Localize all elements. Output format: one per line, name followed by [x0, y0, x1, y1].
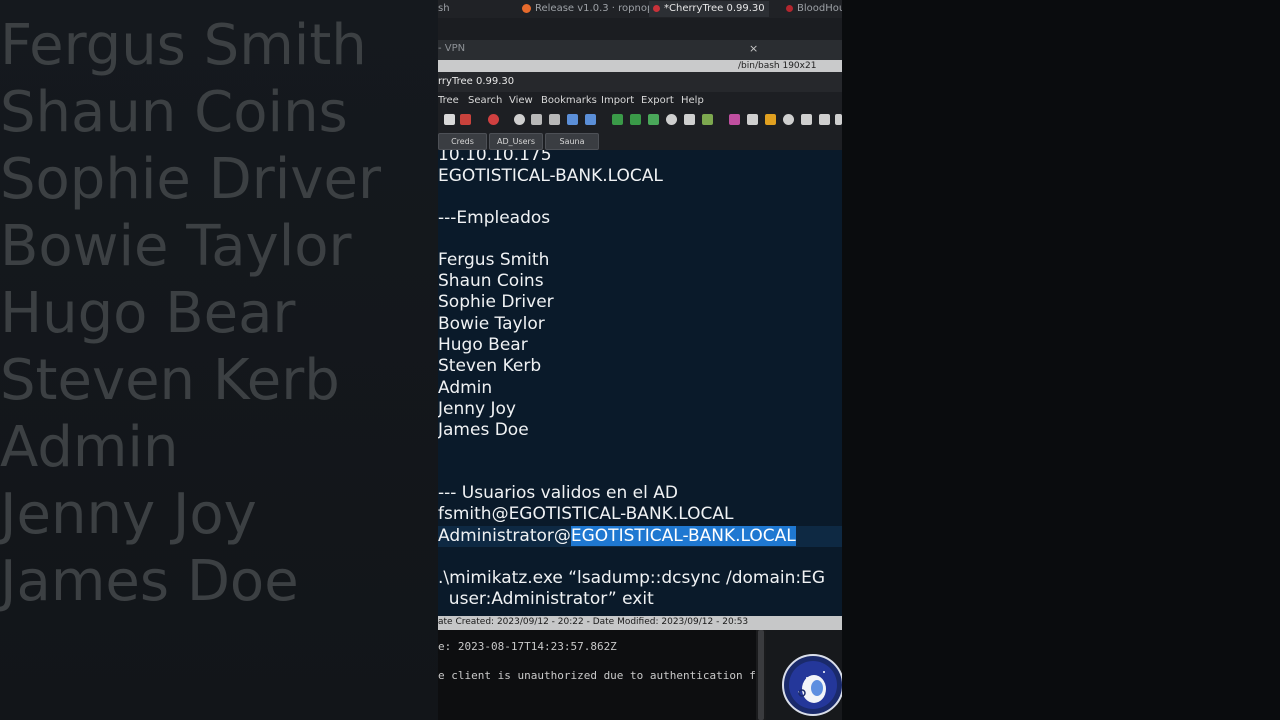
screen-recording-panel: sh Release v1.0.3 · ropnop/... *CherryTr…: [438, 0, 842, 720]
background-right: [842, 0, 1280, 720]
undo-icon[interactable]: [531, 114, 542, 125]
cherrytree-icon: [653, 4, 660, 12]
search-icon[interactable]: [514, 114, 525, 125]
insert-table-icon[interactable]: [630, 114, 641, 125]
menu-tree[interactable]: Tree: [438, 95, 459, 106]
insert-toc-icon[interactable]: [702, 114, 713, 125]
clear-format-icon[interactable]: [783, 114, 794, 125]
taskbar-tab-firefox[interactable]: Release v1.0.3 · ropnop/...: [522, 1, 666, 17]
background-name: Sophie Driver: [0, 147, 381, 212]
editor-line-employee: Bowie Taylor: [438, 314, 545, 334]
scrollbar-thumb[interactable]: [758, 630, 764, 720]
taskbar: sh Release v1.0.3 · ropnop/... *CherryTr…: [438, 0, 842, 18]
close-icon[interactable]: ×: [749, 42, 758, 55]
insert-link-icon[interactable]: [666, 114, 677, 125]
find-icon[interactable]: [488, 114, 499, 125]
redo-icon[interactable]: [549, 114, 560, 125]
astronaut-logo-graphic: [789, 661, 837, 709]
editor-line-employee: Admin: [438, 378, 493, 398]
editor-line-command: .\mimikatz.exe “lsadump::dcsync /domain:…: [438, 568, 826, 588]
editor-line-admin: Administrator@EGOTISTICAL-BANK.LOCAL: [438, 526, 796, 547]
editor-line-employee: Shaun Coins: [438, 271, 544, 291]
format-italic-icon[interactable]: [747, 114, 758, 125]
editor-line-heading-employees: ---Empleados: [438, 208, 551, 228]
background-name: Jenny Joy: [0, 482, 257, 547]
font-icon[interactable]: [801, 114, 812, 125]
background-name: Shaun Coins: [0, 80, 348, 145]
background-name: James Doe: [0, 549, 299, 614]
editor-line-ip: 10.10.10.175: [438, 150, 552, 165]
insert-anchor-icon[interactable]: [684, 114, 695, 125]
editor-line-domain: EGOTISTICAL-BANK.LOCAL: [438, 166, 663, 186]
node-tab-label: Creds: [451, 137, 474, 146]
insert-image-icon[interactable]: [612, 114, 623, 125]
taskbar-tab-label: *CherryTree 0.99.30: [664, 3, 765, 14]
terminal-scrollbar[interactable]: [756, 630, 766, 720]
node-tab-strip: Creds AD_Users Sauna: [438, 130, 842, 150]
bloodhound-icon: [786, 4, 793, 12]
editor-line-employee: Fergus Smith: [438, 250, 550, 270]
terminal-output-line: e: 2023-08-17T14:23:57.862Z: [438, 640, 617, 653]
terminal-tab-label: - VPN: [438, 43, 466, 54]
node-tab-label: AD_Users: [496, 137, 536, 146]
save-icon[interactable]: [444, 114, 455, 125]
insert-codebox-icon[interactable]: [648, 114, 659, 125]
terminal-tab-vpn[interactable]: - VPN ×: [438, 40, 842, 60]
taskbar-tab-cherrytree[interactable]: *CherryTree 0.99.30: [649, 1, 769, 17]
menu-help[interactable]: Help: [681, 95, 704, 106]
format-highlight-icon[interactable]: [765, 114, 776, 125]
editor-line-employee: Hugo Bear: [438, 335, 528, 355]
terminal-output-line: e client is unauthorized due to authenti…: [438, 669, 756, 682]
numbered-list-icon[interactable]: [585, 114, 596, 125]
bottom-terminal[interactable]: e: 2023-08-17T14:23:57.862Z e client is …: [438, 630, 756, 720]
menu-export[interactable]: Export: [641, 95, 674, 106]
editor-line-employee: Sophie Driver: [438, 292, 554, 312]
background-name-list: Fergus Smith Shaun Coins Sophie Driver B…: [0, 12, 381, 615]
text-size-icon[interactable]: [819, 114, 830, 125]
status-dates: ate Created: 2023/09/12 - 20:22 - Date M…: [438, 617, 749, 627]
cherrytree-title-bar: rryTree 0.99.30: [438, 72, 842, 92]
taskbar-tab-bloodhound[interactable]: BloodHou: [786, 1, 842, 17]
more-tools-icon[interactable]: [835, 114, 842, 125]
export-pdf-icon[interactable]: [460, 114, 471, 125]
menu-import[interactable]: Import: [601, 95, 634, 106]
node-tab-ad-users[interactable]: AD_Users: [489, 133, 543, 150]
bulleted-list-icon[interactable]: [567, 114, 578, 125]
background-name: Admin: [0, 415, 179, 480]
note-editor[interactable]: 10.10.10.175 EGOTISTICAL-BANK.LOCAL ---E…: [438, 150, 842, 616]
taskbar-tab-label: Release v1.0.3 · ropnop/...: [535, 3, 667, 14]
node-tab-label: Sauna: [559, 137, 585, 146]
window-title: rryTree 0.99.30: [438, 76, 515, 87]
toolbar: [438, 110, 842, 130]
node-tab-creds[interactable]: Creds: [438, 133, 487, 150]
background-name: Bowie Taylor: [0, 214, 352, 279]
editor-line-employee: James Doe: [438, 420, 529, 440]
terminal-size-label: /bin/bash 190x21: [738, 61, 817, 71]
background-name: Fergus Smith: [0, 13, 367, 78]
status-bar: ate Created: 2023/09/12 - 20:22 - Date M…: [438, 616, 842, 630]
astronaut-logo-icon: [782, 654, 842, 716]
taskbar-tab-label: BloodHou: [797, 3, 842, 14]
background-name: Hugo Bear: [0, 281, 296, 346]
menu-view[interactable]: View: [509, 95, 533, 106]
background-name: Steven Kerb: [0, 348, 340, 413]
editor-line-user: fsmith@EGOTISTICAL-BANK.LOCAL: [438, 504, 734, 524]
terminal-size-bar: /bin/bash 190x21: [438, 60, 842, 72]
editor-line-heading-valid-users: --- Usuarios validos en el AD: [438, 483, 678, 503]
editor-line-employee: Steven Kerb: [438, 356, 542, 376]
terminal-header: [438, 18, 842, 40]
admin-prefix: Administrator@: [438, 526, 571, 546]
menu-bar: Tree Search View Bookmarks Import Export…: [438, 92, 842, 110]
format-bold-icon[interactable]: [729, 114, 740, 125]
menu-bookmarks[interactable]: Bookmarks: [541, 95, 597, 106]
firefox-icon: [522, 3, 531, 13]
editor-line-employee: Jenny Joy: [438, 399, 516, 419]
selected-text: EGOTISTICAL-BANK.LOCAL: [570, 526, 796, 546]
taskbar-tab-label: sh: [438, 3, 450, 14]
menu-search[interactable]: Search: [468, 95, 502, 106]
taskbar-tab-bash[interactable]: sh: [438, 1, 450, 17]
editor-line-command-cont: user:Administrator” exit: [438, 589, 654, 609]
blurred-background-left: Fergus Smith Shaun Coins Sophie Driver B…: [0, 0, 438, 720]
node-tab-sauna[interactable]: Sauna: [545, 133, 599, 150]
